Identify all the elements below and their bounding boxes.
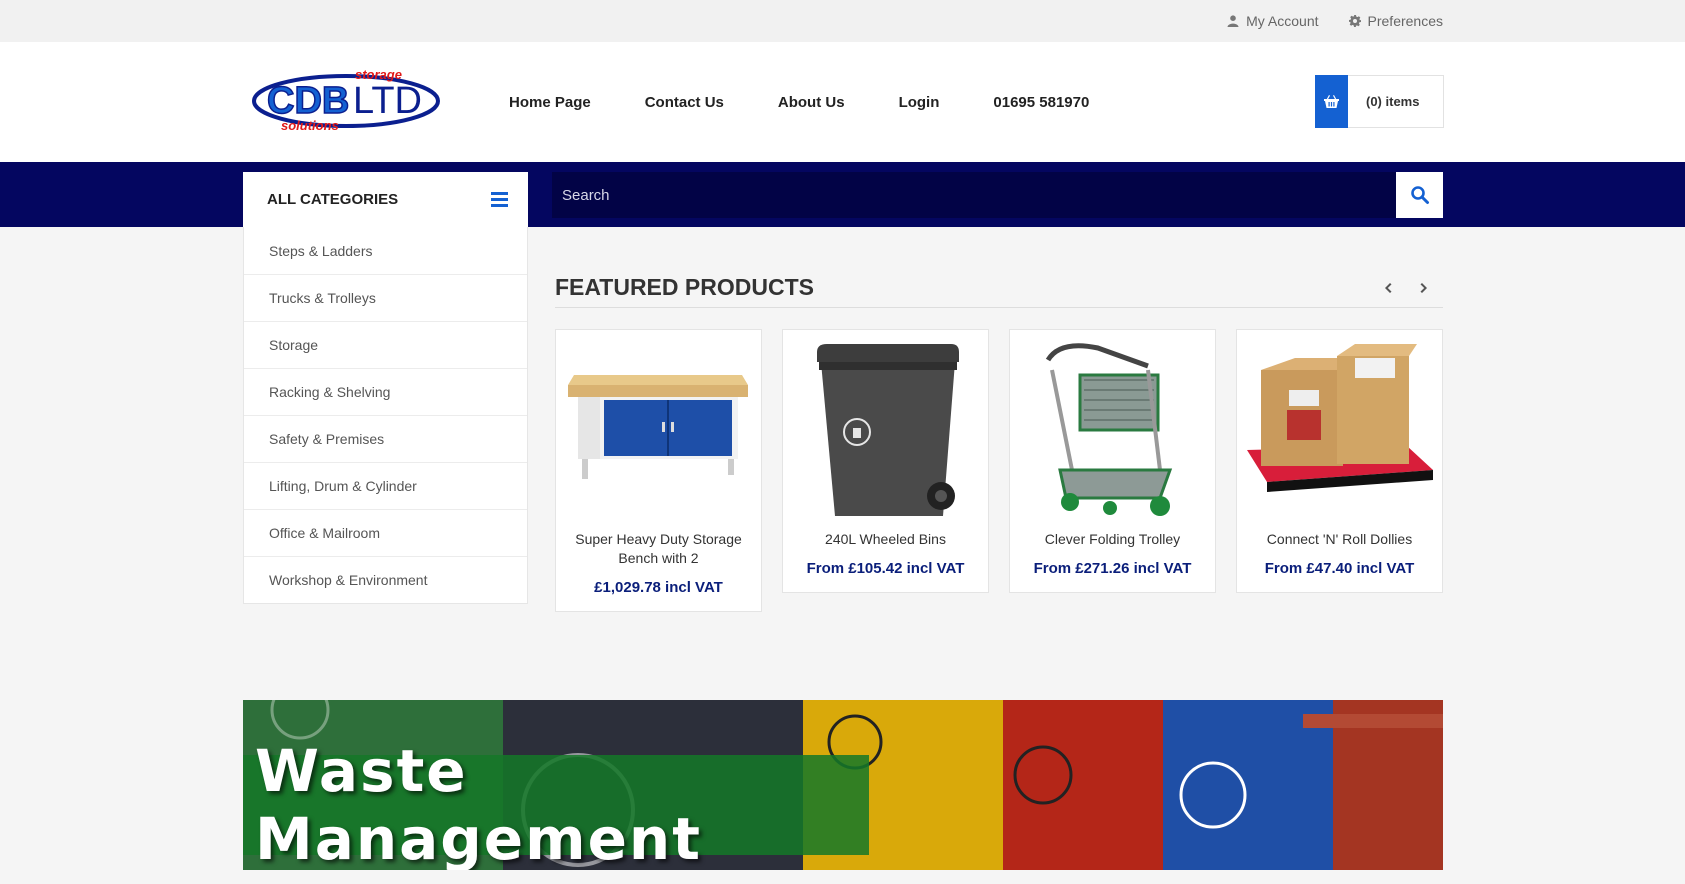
product-price: £1,029.78 incl VAT bbox=[594, 579, 723, 596]
search-input[interactable] bbox=[552, 172, 1352, 218]
category-safety-premises[interactable]: Safety & Premises bbox=[244, 415, 527, 462]
my-account-label: My Account bbox=[1246, 13, 1319, 29]
waste-management-banner[interactable]: Waste Management bbox=[243, 700, 1443, 870]
preferences-link[interactable]: Preferences bbox=[1348, 13, 1443, 29]
product-card[interactable]: Super Heavy Duty Storage Bench with 2 £1… bbox=[555, 329, 762, 612]
carousel-next-button[interactable] bbox=[1417, 280, 1431, 296]
product-image[interactable] bbox=[556, 330, 761, 530]
search-button[interactable] bbox=[1396, 172, 1443, 218]
my-account-link[interactable]: My Account bbox=[1227, 13, 1319, 29]
product-card[interactable]: Clever Folding Trolley From £271.26 incl… bbox=[1009, 329, 1216, 593]
banner-title: Waste Management bbox=[255, 737, 702, 870]
product-price: From £47.40 incl VAT bbox=[1264, 560, 1415, 577]
nav-phone-number[interactable]: 01695 581970 bbox=[993, 94, 1089, 111]
category-racking-shelving[interactable]: Racking & Shelving bbox=[244, 368, 527, 415]
all-categories-toggle[interactable]: ALL CATEGORIES bbox=[243, 172, 528, 227]
cart-button[interactable]: (0) items bbox=[1315, 74, 1444, 128]
gear-icon bbox=[1348, 15, 1361, 27]
top-links: My Account Preferences bbox=[1227, 0, 1443, 42]
product-card[interactable]: 240L Wheeled Bins From £105.42 incl VAT bbox=[782, 329, 989, 593]
nav-contact-us[interactable]: Contact Us bbox=[645, 94, 724, 111]
product-image[interactable] bbox=[783, 330, 988, 530]
nav-login[interactable]: Login bbox=[899, 94, 940, 111]
product-image[interactable] bbox=[1237, 330, 1442, 530]
category-steps-ladders[interactable]: Steps & Ladders bbox=[244, 227, 527, 274]
logo-cdb-text: CDB bbox=[267, 80, 349, 122]
user-icon bbox=[1227, 15, 1239, 27]
product-name[interactable]: Connect 'N' Roll Dollies bbox=[1237, 530, 1442, 549]
product-price: From £105.42 incl VAT bbox=[806, 560, 965, 577]
search-bar bbox=[552, 172, 1397, 218]
logo-bottom-text: solutions bbox=[281, 118, 339, 132]
main-nav: Home Page Contact Us About Us Login 0169… bbox=[509, 42, 1089, 162]
product-card[interactable]: Connect 'N' Roll Dollies From £47.40 inc… bbox=[1236, 329, 1443, 593]
site-header: storage CDB LTD solutions Home Page Cont… bbox=[0, 42, 1685, 162]
category-trucks-trolleys[interactable]: Trucks & Trolleys bbox=[244, 274, 527, 321]
product-name[interactable]: 240L Wheeled Bins bbox=[783, 530, 988, 549]
featured-products-heading: FEATURED PRODUCTS bbox=[555, 274, 814, 300]
search-icon bbox=[1410, 186, 1429, 204]
chevron-right-icon bbox=[1420, 283, 1427, 293]
category-list: Steps & Ladders Trucks & Trolleys Storag… bbox=[243, 227, 528, 604]
chevron-left-icon bbox=[1385, 283, 1392, 293]
category-lifting-drum-cylinder[interactable]: Lifting, Drum & Cylinder bbox=[244, 462, 527, 509]
nav-about-us[interactable]: About Us bbox=[778, 94, 845, 111]
all-categories-label: ALL CATEGORIES bbox=[267, 191, 399, 208]
cart-count-label: (0) items bbox=[1366, 94, 1420, 109]
preferences-label: Preferences bbox=[1367, 13, 1443, 29]
product-name[interactable]: Super Heavy Duty Storage Bench with 2 bbox=[556, 530, 761, 568]
basket-icon bbox=[1315, 74, 1348, 128]
category-storage[interactable]: Storage bbox=[244, 321, 527, 368]
featured-divider bbox=[555, 307, 1443, 308]
cdb-ltd-logo[interactable]: storage CDB LTD solutions bbox=[251, 70, 443, 132]
carousel-prev-button[interactable] bbox=[1381, 280, 1395, 296]
logo-ltd-text: LTD bbox=[353, 80, 422, 122]
category-workshop-environment[interactable]: Workshop & Environment bbox=[244, 556, 527, 603]
category-office-mailroom[interactable]: Office & Mailroom bbox=[244, 509, 527, 556]
banner-title-box: Waste Management bbox=[243, 737, 869, 870]
product-price: From £271.26 incl VAT bbox=[1033, 560, 1192, 577]
nav-home-page[interactable]: Home Page bbox=[509, 94, 591, 111]
product-name[interactable]: Clever Folding Trolley bbox=[1010, 530, 1215, 549]
hamburger-icon bbox=[491, 192, 508, 207]
product-image[interactable] bbox=[1010, 330, 1215, 530]
top-utility-bar: My Account Preferences bbox=[0, 0, 1685, 42]
